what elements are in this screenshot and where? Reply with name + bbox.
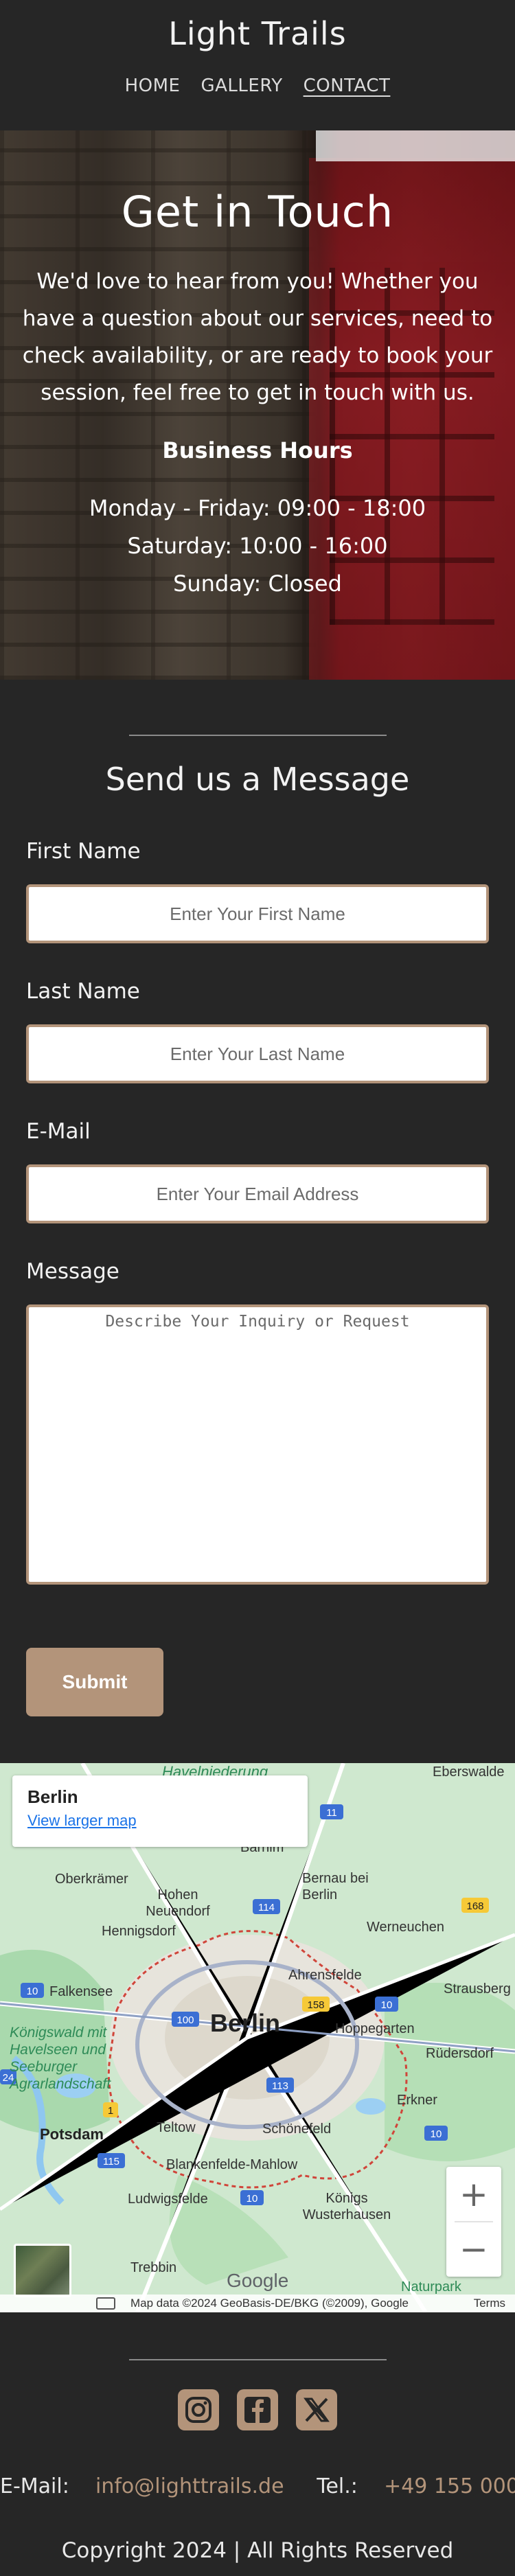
first-name-label: First Name	[26, 839, 141, 864]
instagram-icon[interactable]	[178, 2389, 219, 2430]
contact-form-section: Send us a Message First Name Last Name E…	[0, 735, 515, 1716]
nav-contact[interactable]: CONTACT	[304, 76, 391, 96]
map-label: Erkner	[397, 2093, 437, 2108]
last-name-label: Last Name	[26, 979, 140, 1004]
map-label: Falkensee	[49, 1984, 113, 1999]
hero-title: Get in Touch	[121, 187, 394, 237]
email-label: E-Mail	[26, 1119, 91, 1144]
map-label: Eberswalde	[433, 1764, 505, 1780]
main-nav: HOME GALLERY CONTACT	[0, 76, 515, 96]
hero-section: Get in Touch We'd love to hear from you!…	[0, 130, 515, 680]
zoom-out-button[interactable]: −	[446, 2222, 501, 2277]
nav-gallery[interactable]: GALLERY	[201, 76, 282, 96]
copyright-text: Copyright 2024 | All Rights Reserved	[61, 2538, 454, 2563]
map-place-card: Berlin View larger map	[12, 1775, 308, 1847]
map-label: Ahrensfelde	[288, 1968, 362, 1983]
form-title: Send us a Message	[105, 761, 410, 798]
hours-weekdays: Monday - Friday: 09:00 - 18:00	[89, 495, 426, 521]
map-zoom-controls: + −	[446, 2167, 501, 2277]
map-attribution: Map data ©2024 GeoBasis-DE/BKG (©2009), …	[130, 2297, 409, 2310]
map-label: Hohen Neuendorf	[146, 1887, 210, 1919]
google-logo: Google	[227, 2270, 289, 2291]
submit-button[interactable]: Submit	[26, 1648, 163, 1716]
footer-contact-line: E-Mail: info@lighttrails.de Tel.: +49 15…	[0, 2474, 515, 2498]
map-label: Rüdersdorf	[426, 2046, 494, 2061]
map-label: Oberkrämer	[55, 1872, 128, 1887]
map-label: Königswald mit Havelseen und Seeburger A…	[10, 2025, 111, 2092]
first-name-input[interactable]	[26, 884, 489, 943]
map-label: Königs Wusterhausen	[302, 2191, 391, 2222]
site-title[interactable]: Light Trails	[0, 15, 515, 52]
map-label: Teltow	[157, 2120, 196, 2135]
site-footer: E-Mail: info@lighttrails.de Tel.: +49 15…	[0, 2312, 515, 2576]
email-input[interactable]	[26, 1164, 489, 1223]
map-place-title: Berlin	[27, 1786, 78, 1807]
business-hours-list: Monday - Friday: 09:00 - 18:00 Saturday:…	[16, 490, 499, 603]
map-label: Ludwigsfelde	[128, 2192, 208, 2207]
footer-email-link[interactable]: info@lighttrails.de	[95, 2474, 284, 2498]
x-icon[interactable]	[296, 2389, 337, 2430]
hours-sunday: Sunday: Closed	[173, 571, 342, 597]
facebook-icon[interactable]	[237, 2389, 278, 2430]
map-label: Strausberg	[444, 1981, 511, 1997]
site-header: Light Trails HOME GALLERY CONTACT	[0, 0, 515, 130]
map-label: Hoppegarten	[335, 2021, 415, 2036]
zoom-in-button[interactable]: +	[446, 2167, 501, 2222]
contact-form: First Name Last Name E-Mail Message Subm…	[26, 839, 489, 1716]
social-links	[0, 2389, 515, 2430]
keyboard-shortcuts-icon[interactable]	[96, 2297, 115, 2310]
footer-phone-link[interactable]: +49 155 000000	[384, 2474, 515, 2498]
nav-home[interactable]: HOME	[125, 76, 181, 96]
embedded-map[interactable]: 11 168 114 158 10 100 10 113 1 115 10 10…	[0, 1763, 515, 2312]
footer-phone-label: Tel.:	[317, 2474, 358, 2498]
footer-divider	[128, 2359, 387, 2360]
map-label: Hennigsdorf	[102, 1924, 176, 1939]
map-label: Bernau bei Berlin	[302, 1871, 369, 1902]
map-label: Naturpark	[401, 2279, 461, 2295]
map-attribution-bar: Map data ©2024 GeoBasis-DE/BKG (©2009), …	[0, 2295, 515, 2312]
business-hours-title: Business Hours	[162, 437, 353, 463]
map-label: Trebbin	[130, 2260, 177, 2275]
map-label: Schönefeld	[262, 2121, 332, 2137]
map-terms-link[interactable]: Terms	[474, 2295, 505, 2312]
section-divider	[128, 735, 387, 736]
message-textarea[interactable]	[26, 1304, 489, 1585]
hero-content: Get in Touch We'd love to hear from you!…	[0, 130, 515, 603]
message-label: Message	[26, 1259, 119, 1284]
map-label: Potsdam	[40, 2126, 104, 2143]
footer-email-label: E-Mail:	[0, 2474, 69, 2498]
view-larger-map-link[interactable]: View larger map	[27, 1812, 293, 1830]
hero-intro: We'd love to hear from you! Whether you …	[22, 269, 493, 405]
map-label-city: Berlin	[210, 2009, 281, 2037]
satellite-toggle-thumbnail[interactable]	[14, 2244, 71, 2297]
hours-saturday: Saturday: 10:00 - 16:00	[127, 533, 388, 559]
map-label: Werneuchen	[367, 1920, 445, 1935]
zoom-separator	[455, 2221, 493, 2222]
map-label: Blankenfelde-Mahlow	[166, 2157, 298, 2172]
last-name-input[interactable]	[26, 1024, 489, 1083]
